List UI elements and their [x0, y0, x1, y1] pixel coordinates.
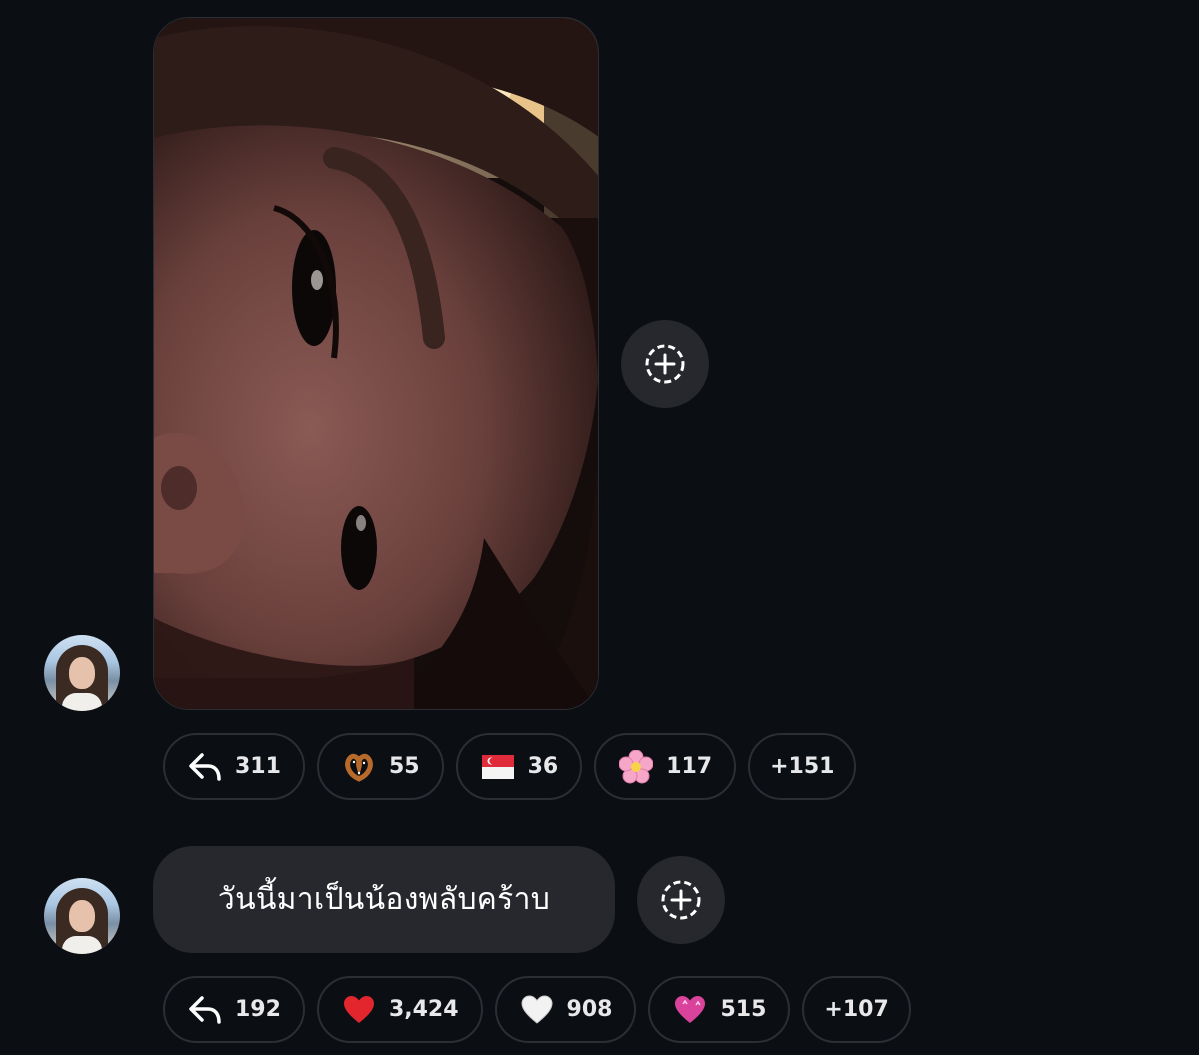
reaction-count: 36 — [527, 754, 559, 779]
reaction-pill[interactable]: 117 — [594, 733, 737, 800]
more-reactions-count: +107 — [824, 997, 889, 1022]
user-avatar[interactable] — [44, 878, 120, 954]
pretzel-emoji-icon — [341, 749, 377, 785]
reaction-pill[interactable]: 515 — [648, 976, 791, 1043]
more-reactions-count: +151 — [770, 754, 835, 779]
reaction-count: 515 — [720, 997, 767, 1022]
chat-thread: 311 55 36 117 +151 วันนี้มาเป็นน้องพลับค… — [0, 0, 1199, 1055]
selfie-photo — [154, 18, 598, 709]
add-reaction-button[interactable] — [621, 320, 709, 408]
add-reaction-button[interactable] — [637, 856, 725, 944]
reaction-count: 117 — [666, 754, 713, 779]
add-reaction-icon — [645, 344, 685, 384]
singapore-flag-emoji-icon — [480, 749, 516, 785]
red-heart-emoji-icon — [341, 992, 377, 1028]
add-reaction-icon — [661, 880, 701, 920]
reply-arrow-icon — [187, 749, 223, 785]
cherry-blossom-emoji-icon — [618, 749, 654, 785]
reaction-count: 55 — [388, 754, 420, 779]
reply-count: 311 — [235, 754, 281, 779]
reaction-pill[interactable]: 3,424 — [316, 976, 483, 1043]
reply-count-button[interactable]: 192 — [163, 976, 305, 1043]
pink-heart-emoji-icon — [672, 992, 708, 1028]
reply-count-button[interactable]: 311 — [163, 733, 305, 800]
reaction-count: 3,424 — [388, 997, 459, 1022]
reaction-count: 908 — [566, 997, 613, 1022]
reaction-pill[interactable]: 36 — [455, 733, 583, 800]
reaction-row: 311 55 36 117 +151 — [163, 733, 857, 800]
text-message-bubble[interactable]: วันนี้มาเป็นน้องพลับคร้าบ — [153, 846, 615, 953]
more-reactions-button[interactable]: +151 — [748, 733, 857, 800]
reaction-pill[interactable]: 908 — [494, 976, 637, 1043]
reply-count: 192 — [235, 997, 281, 1022]
user-avatar[interactable] — [44, 635, 120, 711]
white-heart-emoji-icon — [519, 992, 555, 1028]
reply-arrow-icon — [187, 992, 223, 1028]
reaction-row: 192 3,424 908 515 +107 — [163, 976, 911, 1043]
more-reactions-button[interactable]: +107 — [802, 976, 911, 1043]
reaction-pill[interactable]: 55 — [316, 733, 444, 800]
message-text: วันนี้มาเป็นน้องพลับคร้าบ — [217, 882, 551, 917]
photo-message[interactable] — [153, 17, 599, 710]
